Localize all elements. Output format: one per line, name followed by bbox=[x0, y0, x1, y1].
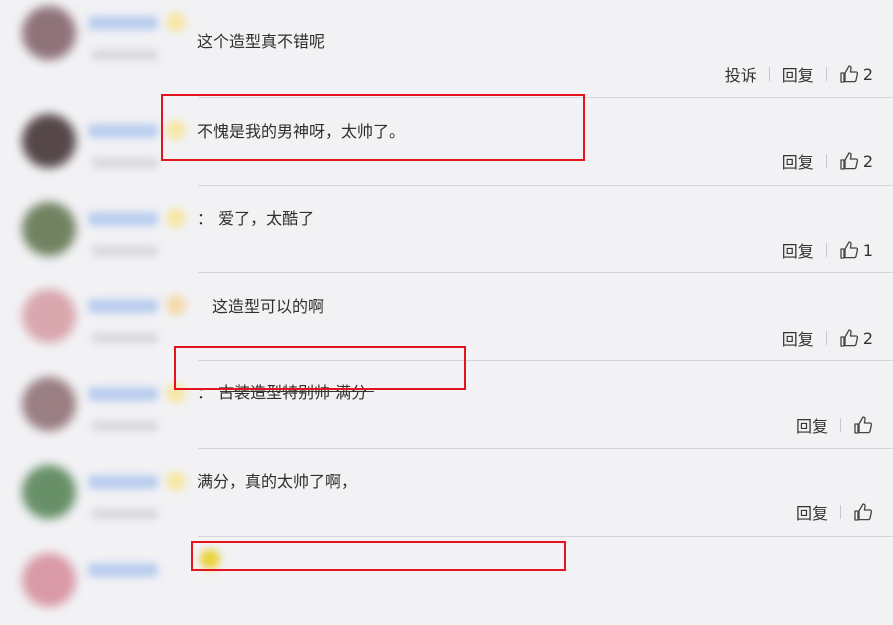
comment-text: ： 爱了，太酷了 bbox=[197, 209, 315, 228]
badge-icon bbox=[166, 208, 186, 228]
avatar[interactable] bbox=[22, 114, 76, 168]
comment-actions: 回复 2 bbox=[782, 149, 873, 173]
username[interactable] bbox=[88, 563, 158, 577]
comment-text: 满分，真的太帅了啊， bbox=[197, 472, 358, 491]
like-count: 2 bbox=[862, 328, 873, 348]
badge-icon bbox=[166, 295, 186, 315]
comment-actions: 回复 bbox=[796, 413, 873, 437]
badge-icon bbox=[166, 12, 186, 32]
like-count: 2 bbox=[862, 151, 873, 171]
thumbs-up-icon bbox=[839, 151, 859, 171]
comment-actions: 回复 2 bbox=[782, 326, 873, 350]
username[interactable] bbox=[88, 387, 158, 401]
divider bbox=[825, 243, 827, 257]
divider bbox=[825, 154, 827, 168]
highlight-box bbox=[174, 346, 466, 390]
comment-item: ： 爱了，太酷了 回复 1 bbox=[0, 186, 893, 274]
divider bbox=[825, 331, 827, 345]
comment-meta bbox=[92, 158, 158, 168]
comment-actions: 回复 bbox=[796, 500, 873, 524]
avatar[interactable] bbox=[22, 465, 76, 519]
thumbs-up-icon bbox=[839, 328, 859, 348]
like-button[interactable] bbox=[853, 415, 873, 435]
divider bbox=[768, 67, 770, 81]
like-count: 2 bbox=[862, 64, 873, 84]
username[interactable] bbox=[88, 475, 158, 489]
reply-button[interactable]: 回复 bbox=[796, 413, 828, 437]
reply-button[interactable]: 回复 bbox=[782, 238, 814, 262]
comment-meta bbox=[92, 333, 158, 343]
badge-icon bbox=[166, 471, 186, 491]
username[interactable] bbox=[88, 16, 158, 30]
avatar[interactable] bbox=[22, 289, 76, 343]
avatar[interactable] bbox=[22, 6, 76, 60]
divider bbox=[840, 418, 841, 432]
like-button[interactable]: 2 bbox=[839, 64, 873, 84]
comment-meta bbox=[92, 421, 158, 431]
highlight-box bbox=[161, 94, 585, 161]
username[interactable] bbox=[88, 299, 158, 313]
thumbs-up-icon bbox=[853, 415, 873, 435]
comment-meta bbox=[92, 50, 158, 60]
avatar[interactable] bbox=[22, 553, 76, 607]
username[interactable] bbox=[88, 124, 158, 138]
divider bbox=[825, 67, 827, 81]
comment-actions: 投诉 回复 2 bbox=[725, 62, 873, 86]
comment-item: 满分，真的太帅了啊， 回复 bbox=[0, 449, 893, 537]
comment-item: 这个造型真不错呢 投诉 回复 2 bbox=[0, 0, 893, 85]
username[interactable] bbox=[88, 212, 158, 226]
thumbs-up-icon bbox=[839, 240, 859, 260]
comment-text: 这造型可以的啊 bbox=[212, 297, 325, 316]
comment-meta bbox=[92, 246, 158, 256]
like-button[interactable]: 2 bbox=[839, 151, 873, 171]
avatar[interactable] bbox=[22, 202, 76, 256]
divider bbox=[840, 505, 841, 519]
report-button[interactable]: 投诉 bbox=[725, 62, 757, 86]
highlight-box bbox=[191, 541, 566, 571]
like-button[interactable] bbox=[853, 502, 873, 522]
reply-button[interactable]: 回复 bbox=[796, 500, 828, 524]
comment-text: 这个造型真不错呢 bbox=[197, 32, 326, 51]
reply-button[interactable]: 回复 bbox=[782, 62, 814, 86]
reply-button[interactable]: 回复 bbox=[782, 326, 814, 350]
like-count: 1 bbox=[862, 240, 873, 260]
comment-actions: 回复 1 bbox=[782, 238, 873, 262]
strikethrough bbox=[220, 391, 374, 392]
comment-list: 这个造型真不错呢 投诉 回复 2 不愧是我的男神呀，太帅了。 回复 2 ： 爱了… bbox=[0, 0, 893, 607]
like-button[interactable]: 1 bbox=[839, 240, 873, 260]
avatar[interactable] bbox=[22, 377, 76, 431]
comment-meta bbox=[92, 509, 158, 519]
thumbs-up-icon bbox=[853, 502, 873, 522]
thumbs-up-icon bbox=[839, 64, 859, 84]
like-button[interactable]: 2 bbox=[839, 328, 873, 348]
reply-button[interactable]: 回复 bbox=[782, 149, 814, 173]
